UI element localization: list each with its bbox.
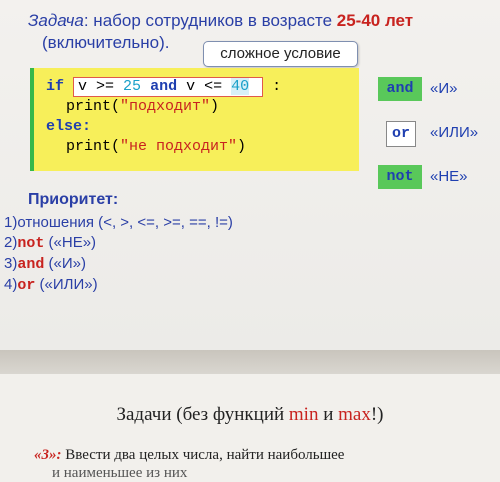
priority-text: («И»)	[44, 255, 86, 272]
priority-num: 3)	[4, 255, 18, 272]
slide-logical-operators: Задача: набор сотрудников в возрасте 25-…	[0, 0, 500, 350]
priority-text: («НЕ»)	[44, 234, 97, 251]
print-end: )	[210, 98, 220, 115]
tasks-title: Задачи (без функций min и max!)	[0, 404, 500, 426]
task-3: «3»: Ввести два целых числа, найти наибо…	[34, 446, 344, 482]
priority-ops: <, >, <=, >=, ==, !=	[103, 214, 228, 231]
priority-item: 2)not («НЕ»)	[4, 233, 233, 254]
code-block: if v >= 25 and v <= 40 : print("подходит…	[30, 68, 359, 171]
code-line-if: if v >= 25 and v <= 40 :	[46, 77, 281, 97]
kw-and: and	[150, 78, 178, 95]
kw-if: if	[46, 78, 65, 95]
print-str: "не подходит"	[120, 138, 238, 155]
op-or-tag: or	[386, 121, 416, 147]
title-min: min	[288, 404, 319, 425]
priority-text: («ИЛИ»)	[35, 276, 98, 293]
cond-b: v <=	[177, 78, 232, 95]
task-description: Ввести два целых числа, найти наибольшее	[61, 447, 345, 463]
op-or-desc: «ИЛИ»	[430, 124, 479, 141]
priority-kw: not	[17, 235, 45, 252]
priority-num: 2)	[4, 234, 18, 251]
task-text: : набор сотрудников в возрасте	[83, 11, 337, 30]
print-str: "подходит"	[120, 98, 211, 115]
title-part: Задачи (без функций	[116, 404, 289, 425]
priority-kw: and	[17, 256, 45, 273]
task-number: «3»:	[34, 447, 62, 463]
priority-heading: Приоритет:	[28, 191, 119, 208]
code-line-else: else:	[46, 117, 91, 137]
task-description-cut: и наименьшее из них	[52, 465, 188, 481]
condition-box: v >= 25 and v <= 40	[73, 77, 264, 97]
op-not-tag: not	[378, 165, 422, 189]
title-max: max	[338, 404, 371, 425]
code-line-print1: print("подходит")	[66, 97, 219, 117]
priority-num: 1)	[4, 214, 18, 231]
op-and-tag: and	[378, 77, 422, 101]
priority-item: 3)and («И»)	[4, 254, 233, 275]
priority-num: 4)	[4, 276, 18, 293]
num-25: 25	[123, 78, 142, 95]
print-fn: print(	[66, 138, 121, 155]
op-and-desc: «И»	[430, 80, 458, 97]
title-part: !)	[370, 404, 384, 425]
priority-item: 1)отношения (<, >, <=, >=, ==, !=)	[4, 213, 233, 233]
num-40: 40	[231, 78, 250, 95]
kw-else: else:	[46, 118, 92, 135]
priority-text: отношения (	[17, 214, 104, 231]
cond-a: v >=	[78, 78, 124, 95]
op-not-desc: «НЕ»	[430, 168, 468, 185]
complex-condition-note: сложное условие	[203, 41, 358, 67]
priority-item: 4)or («ИЛИ»)	[4, 275, 233, 296]
print-end: )	[237, 138, 247, 155]
slide-tasks: Задачи (без функций min и max!) «3»: Вве…	[0, 374, 500, 482]
slide-separator	[0, 350, 500, 374]
title-part: и	[318, 404, 339, 425]
priority-end: )	[227, 214, 233, 231]
task-label: Задача	[28, 11, 84, 30]
priority-list: 1)отношения (<, >, <=, >=, ==, !=) 2)not…	[4, 213, 233, 296]
code-line-print2: print("не подходит")	[66, 137, 246, 157]
print-fn: print(	[66, 98, 121, 115]
priority-kw: or	[17, 277, 36, 294]
colon: :	[272, 78, 282, 95]
task-range: 25-40 лет	[336, 11, 414, 30]
